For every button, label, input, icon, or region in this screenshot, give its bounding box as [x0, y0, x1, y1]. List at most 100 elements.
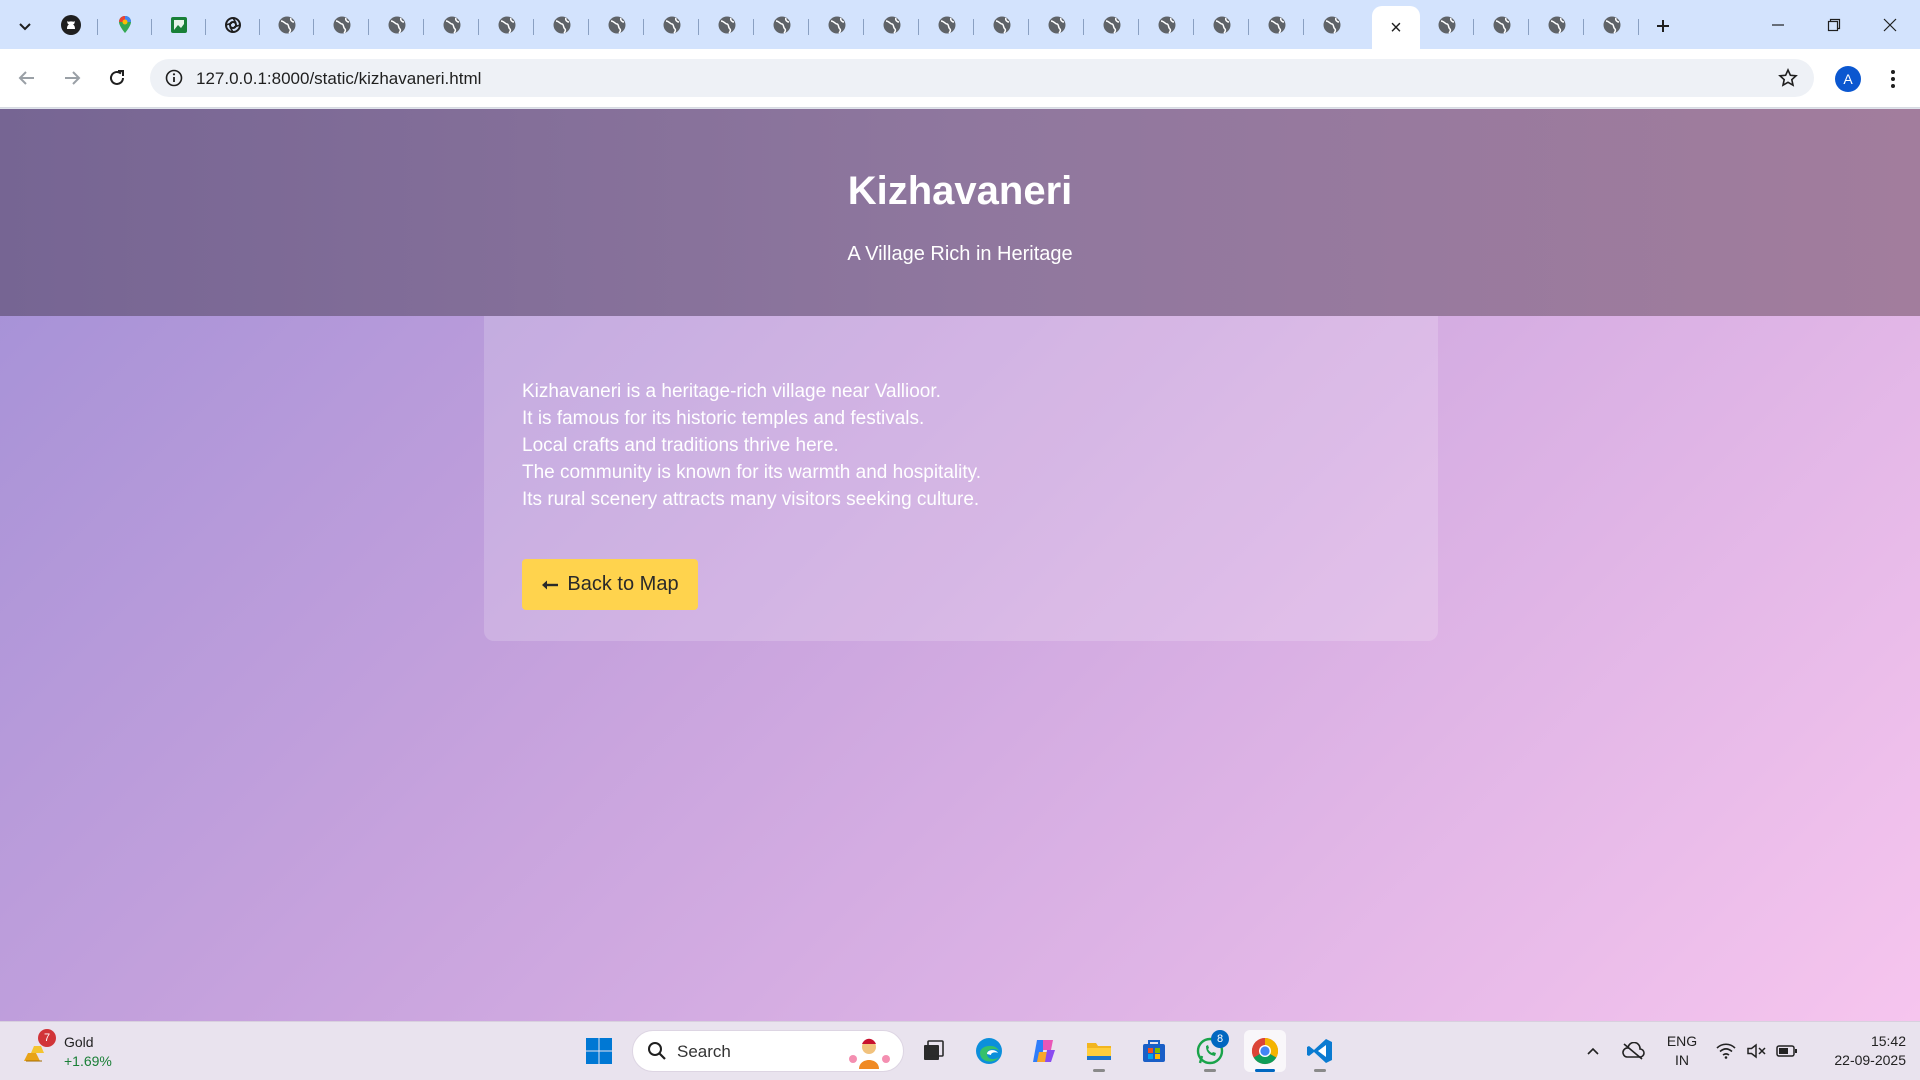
description-text: Kizhavaneri is a heritage-rich village n…: [522, 378, 981, 513]
address-bar[interactable]: 127.0.0.1:8000/static/kizhavaneri.html: [150, 59, 1814, 97]
globe-icon: [553, 16, 571, 34]
volume-muted-icon: [1747, 1043, 1766, 1059]
chrome-app[interactable]: [1244, 1030, 1286, 1072]
tab-globe[interactable]: [590, 6, 644, 44]
system-clock[interactable]: 15:42 22-09-2025: [1810, 1032, 1906, 1070]
arrow-right-icon: [65, 71, 81, 85]
taskbar-search[interactable]: Search: [632, 1030, 904, 1072]
restore-button[interactable]: [1806, 0, 1862, 49]
tab-globe[interactable]: [1420, 6, 1474, 44]
globe-icon: [608, 16, 626, 34]
tab-globe[interactable]: [1585, 6, 1639, 44]
whatsapp-app[interactable]: 8: [1189, 1030, 1231, 1072]
onedrive-tray[interactable]: [1618, 1030, 1648, 1072]
tab-globe[interactable]: [1140, 6, 1194, 44]
arrow-left-icon: [542, 580, 559, 589]
web-page: Kizhavaneri A Village Rich in Heritage K…: [0, 109, 1920, 1021]
arrow-left-icon: [18, 71, 34, 85]
globe-icon: [883, 16, 901, 34]
tab-maps[interactable]: [98, 6, 152, 44]
tab-globe[interactable]: [1475, 6, 1529, 44]
profile-avatar[interactable]: A: [1835, 66, 1861, 92]
tab-github[interactable]: [44, 6, 98, 44]
edge-icon: [976, 1038, 1002, 1064]
globe-icon: [828, 16, 846, 34]
start-button[interactable]: [578, 1030, 620, 1072]
back-nav-button[interactable]: [10, 61, 44, 95]
back-to-map-button[interactable]: Back to Map: [522, 559, 698, 610]
language-code: ENG: [1666, 1033, 1698, 1049]
file-explorer-app[interactable]: [1078, 1030, 1120, 1072]
info-icon: [165, 69, 183, 87]
description-line: It is famous for its historic temples an…: [522, 408, 925, 429]
tab-globe[interactable]: [865, 6, 919, 44]
star-icon: [1778, 68, 1798, 87]
minimize-button[interactable]: [1750, 0, 1806, 49]
tab-globe[interactable]: [1195, 6, 1249, 44]
tab-globe[interactable]: [1030, 6, 1084, 44]
tab-globe[interactable]: [370, 6, 424, 44]
language-indicator[interactable]: ENG IN: [1657, 1032, 1707, 1070]
wifi-tray[interactable]: [1714, 1030, 1738, 1072]
bookmark-button[interactable]: [1776, 66, 1800, 90]
tab-globe[interactable]: [480, 6, 534, 44]
volume-tray[interactable]: [1744, 1030, 1768, 1072]
close-icon: [1883, 18, 1897, 31]
widget-name: Gold: [64, 1034, 94, 1050]
tab-globe[interactable]: [700, 6, 754, 44]
tab-globe[interactable]: [425, 6, 479, 44]
globe-icon: [498, 16, 516, 34]
close-window-button[interactable]: [1862, 0, 1918, 49]
site-info-button[interactable]: [160, 64, 188, 92]
tab-globe[interactable]: [645, 6, 699, 44]
restore-icon: [1827, 18, 1841, 31]
copilot-app[interactable]: [1023, 1030, 1065, 1072]
battery-icon: [1776, 1045, 1797, 1057]
tab-openai[interactable]: [206, 6, 260, 44]
tab-active[interactable]: ×: [1372, 6, 1420, 49]
more-vert-icon: [1891, 70, 1895, 88]
tab-strip: ×: [0, 0, 1920, 49]
tab-globe[interactable]: [920, 6, 974, 44]
clock-date: 22-09-2025: [1834, 1052, 1906, 1068]
globe-icon: [1323, 16, 1341, 34]
globe-icon: [1268, 16, 1286, 34]
tab-globe[interactable]: [755, 6, 809, 44]
edge-app[interactable]: [968, 1030, 1010, 1072]
globe-icon: [1048, 16, 1066, 34]
back-to-map-label: Back to Map: [567, 573, 679, 595]
forward-nav-button[interactable]: [55, 61, 89, 95]
tab-globe[interactable]: [260, 6, 314, 44]
folder-icon: [1087, 1043, 1111, 1060]
task-view-button[interactable]: [912, 1030, 954, 1072]
globe-icon: [1548, 16, 1566, 34]
tab-globe[interactable]: [1305, 6, 1359, 44]
close-tab-icon[interactable]: ×: [1390, 18, 1402, 38]
page-subtitle: A Village Rich in Heritage: [847, 243, 1073, 265]
reload-button[interactable]: [100, 61, 134, 95]
tab-globe[interactable]: [1250, 6, 1304, 44]
show-hidden-icons-button[interactable]: [1580, 1030, 1606, 1072]
tab-globe[interactable]: [535, 6, 589, 44]
tab-globe[interactable]: [1530, 6, 1584, 44]
tab-image-app[interactable]: [152, 6, 206, 44]
region-code: IN: [1675, 1052, 1689, 1068]
whatsapp-badge: 8: [1211, 1030, 1229, 1048]
tab-globe[interactable]: [1085, 6, 1139, 44]
openai-icon: [225, 17, 241, 33]
new-tab-button[interactable]: [1647, 10, 1679, 42]
wifi-icon: [1716, 1043, 1736, 1059]
url-text[interactable]: 127.0.0.1:8000/static/kizhavaneri.html: [196, 69, 481, 89]
tab-globe[interactable]: [810, 6, 864, 44]
vscode-app[interactable]: [1299, 1030, 1341, 1072]
weather-widget[interactable]: 7 Gold +1.69%: [18, 1029, 128, 1073]
battery-tray[interactable]: [1774, 1030, 1800, 1072]
browser-menu-button[interactable]: [1878, 63, 1908, 95]
microsoft-store-app[interactable]: [1133, 1030, 1175, 1072]
chevron-up-icon: [1587, 1047, 1599, 1055]
tab-search-button[interactable]: [9, 10, 41, 42]
tab-globe[interactable]: [315, 6, 369, 44]
tab-globe[interactable]: [975, 6, 1029, 44]
windows-taskbar: 7 Gold +1.69% Search 8 ENG IN 15:42 22-0…: [0, 1021, 1920, 1080]
globe-icon: [1103, 16, 1121, 34]
